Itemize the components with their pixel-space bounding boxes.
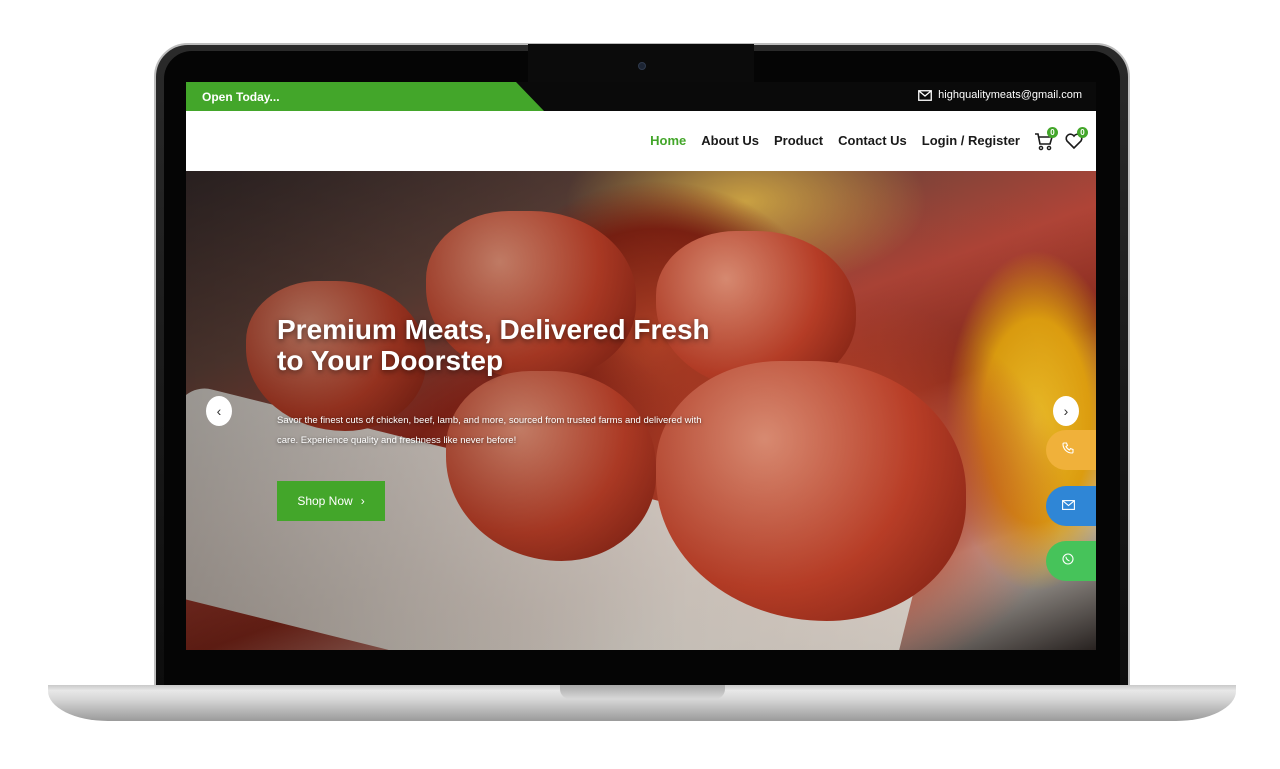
nav-about-us[interactable]: About Us [701,133,759,148]
nav-login-register[interactable]: Login / Register [922,133,1020,148]
mail-icon [1062,497,1075,515]
whatsapp-icon [1062,552,1074,570]
cart-count-badge: 0 [1047,127,1058,138]
main-navbar: Home About Us Product Contact Us Login /… [186,111,1096,171]
laptop-hinge [560,685,725,699]
camera-icon [638,62,646,70]
slider-prev-button[interactable]: ‹ [206,396,232,426]
shop-now-label: Shop Now [297,494,353,508]
cart-icon[interactable]: 0 [1034,127,1058,151]
chevron-right-icon: › [1063,403,1069,419]
heart-icon[interactable]: 0 [1064,127,1088,151]
top-bar: Open Today... highqualitymeats@gmail.com [186,82,1096,111]
floating-whatsapp-button[interactable] [1046,541,1096,581]
email-contact[interactable]: highqualitymeats@gmail.com [918,89,1082,101]
mail-icon [918,89,933,101]
chevron-left-icon: ‹ [216,403,222,419]
open-today-text: Open Today... [202,90,280,104]
hero-title: Premium Meats, Delivered Fresh to Your D… [277,314,710,376]
nav-product[interactable]: Product [774,133,823,148]
nav-home[interactable]: Home [650,133,686,148]
nav-links: Home About Us Product Contact Us Login /… [650,133,1020,148]
email-address[interactable]: highqualitymeats@gmail.com [938,89,1082,101]
hero-description: Savor the finest cuts of chicken, beef, … [277,415,702,446]
floating-phone-button[interactable] [1046,430,1096,470]
hero-slider: Premium Meats, Delivered Fresh to Your D… [186,171,1096,650]
nav-contact-us[interactable]: Contact Us [838,133,907,148]
chevron-right-icon: › [360,494,365,508]
website-screen: Open Today... highqualitymeats@gmail.com… [186,82,1096,650]
slider-next-button[interactable]: › [1053,396,1079,426]
wishlist-count-badge: 0 [1077,127,1088,138]
floating-mail-button[interactable] [1046,486,1096,526]
shop-now-button[interactable]: Shop Now › [277,481,385,521]
phone-icon [1062,441,1074,459]
